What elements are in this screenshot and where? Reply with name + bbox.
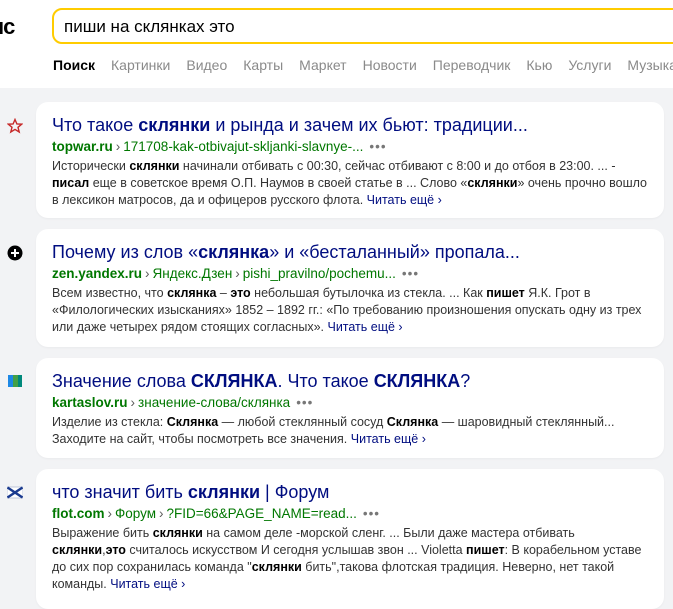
- text-segment: Почему из слов «: [52, 242, 199, 262]
- result-title[interactable]: Почему из слов «склянка» и «бесталанный»…: [52, 241, 648, 263]
- search-result: Что такое склянки и рында и зачем их бью…: [36, 102, 664, 218]
- text-segment: Изделие из стекла:: [52, 415, 167, 429]
- more-options-icon[interactable]: •••: [402, 266, 419, 281]
- result-path[interactable]: pishi_pravilno/pochemu...: [243, 266, 396, 281]
- text-segment: Что такое: [52, 115, 139, 135]
- tab-market[interactable]: Маркет: [299, 57, 346, 73]
- text-segment: небольшая бутылочка из стекла. ... Как: [250, 286, 487, 300]
- highlighted-term: склянка: [198, 242, 270, 262]
- read-more-link[interactable]: Читать ещё ›: [110, 577, 185, 591]
- highlighted-term: Склянка: [166, 415, 219, 429]
- highlighted-term: СКЛЯНКА: [190, 371, 278, 391]
- result-host[interactable]: topwar.ru: [52, 139, 113, 154]
- search-box[interactable]: [52, 8, 673, 44]
- result-path[interactable]: значение-слова/склянка: [138, 395, 290, 410]
- read-more-link[interactable]: Читать ещё ›: [327, 320, 402, 334]
- tab-services[interactable]: Услуги: [568, 57, 611, 73]
- highlighted-term: склянки: [467, 176, 518, 190]
- more-options-icon[interactable]: •••: [369, 139, 386, 154]
- tab-images[interactable]: Картинки: [111, 57, 170, 73]
- text-segment: считалось искусством И сегодня услышав з…: [125, 543, 467, 557]
- text-segment: . Что такое: [277, 371, 374, 391]
- more-options-icon[interactable]: •••: [363, 506, 380, 521]
- result-host[interactable]: kartaslov.ru: [52, 395, 128, 410]
- text-segment: что значит бить: [52, 482, 188, 502]
- highlighted-term: пишет: [466, 543, 505, 557]
- text-segment: Всем известно, что: [52, 286, 168, 300]
- header: ıс ПоискКартинкиВидеоКартыМаркетНовостиП…: [0, 0, 673, 88]
- more-options-icon[interactable]: •••: [296, 395, 313, 410]
- result-url: topwar.ru › 171708-kak-otbivajut-skljanki-…: [52, 139, 387, 154]
- result-host[interactable]: zen.yandex.ru: [52, 266, 142, 281]
- highlighted-term: склянки: [187, 482, 261, 502]
- result-url: zen.yandex.ru › Яндекс.Дзен › pishi_pravilno…: [52, 266, 420, 281]
- result-snippet: Всем известно, что склянка – это небольш…: [52, 285, 648, 336]
- text-segment: –: [216, 286, 231, 300]
- highlighted-term: склянки: [152, 526, 203, 540]
- book-icon: [7, 373, 23, 389]
- result-host[interactable]: flot.com: [52, 506, 105, 521]
- result-title[interactable]: Что такое склянки и рында и зачем их бью…: [52, 114, 648, 136]
- text-segment: ?: [460, 371, 471, 391]
- tab-search[interactable]: Поиск: [53, 57, 95, 73]
- tab-news[interactable]: Новости: [363, 57, 417, 73]
- search-result: Почему из слов «склянка» и «бесталанный»…: [36, 229, 664, 347]
- text-segment: и рында и зачем их бьют: традиции...: [210, 115, 528, 135]
- highlighted-term: склянки: [251, 560, 302, 574]
- result-path[interactable]: ?FID=66&PAGE_NAME=read...: [167, 506, 357, 521]
- yandex-logo[interactable]: ıс: [0, 14, 15, 40]
- highlighted-term: Склянка: [386, 415, 439, 429]
- highlighted-term: склянки: [129, 159, 180, 173]
- result-snippet: Изделие из стекла: Склянка — любой стекл…: [52, 414, 648, 448]
- highlighted-term: СКЛЯНКА: [373, 371, 461, 391]
- highlighted-term: склянки: [52, 543, 103, 557]
- search-result: что значит бить склянки | Форум flot.com…: [36, 469, 664, 609]
- tab-video[interactable]: Видео: [186, 57, 227, 73]
- text-segment: начинали отбивать с 00:30, сейчас отбива…: [179, 159, 616, 173]
- highlighted-term: это: [230, 286, 251, 300]
- tab-music[interactable]: Музыка: [627, 57, 673, 73]
- star-icon: [6, 117, 24, 134]
- result-snippet: Выражение бить склянки на самом деле -мо…: [52, 525, 648, 593]
- result-breadcrumb[interactable]: Форум: [115, 506, 156, 521]
- text-segment: Выражение бить: [52, 526, 153, 540]
- search-input[interactable]: [64, 17, 664, 37]
- result-path[interactable]: 171708-kak-otbivajut-skljanki-slavnye-..…: [123, 139, 363, 154]
- text-segment: еще в советское время О.П. Наумов в свое…: [89, 176, 468, 190]
- highlighted-term: склянки: [138, 115, 211, 135]
- highlighted-term: склянка: [167, 286, 217, 300]
- read-more-link[interactable]: Читать ещё ›: [367, 193, 442, 207]
- highlighted-term: это: [105, 543, 126, 557]
- result-snippet: Исторически склянки начинали отбивать с …: [52, 158, 648, 209]
- highlighted-term: писал: [52, 176, 90, 190]
- result-url: kartaslov.ru › значение-слова/склянка •••: [52, 395, 314, 410]
- tab-translator[interactable]: Переводчик: [433, 57, 511, 73]
- result-url: flot.com › Форум › ?FID=66&PAGE_NAME=read...…: [52, 506, 381, 521]
- plus-circle-icon: [7, 245, 23, 261]
- highlighted-term: пишет: [486, 286, 525, 300]
- read-more-link[interactable]: Читать ещё ›: [351, 432, 426, 446]
- result-breadcrumb[interactable]: Яндекс.Дзен: [153, 266, 233, 281]
- text-segment: Исторически: [52, 159, 130, 173]
- tab-q[interactable]: Кью: [526, 57, 552, 73]
- search-result: Значение слова СКЛЯНКА. Что такое СКЛЯНК…: [36, 358, 664, 458]
- tab-maps[interactable]: Карты: [243, 57, 283, 73]
- search-tabs: Поиск Картинки Видео Карты Маркет Новости Пере…: [53, 57, 673, 73]
- text-segment: на самом деле -морской сленг. ... Были д…: [202, 526, 575, 540]
- text-segment: » и «бесталанный» пропала...: [269, 242, 520, 262]
- result-title[interactable]: что значит бить склянки | Форум: [52, 481, 648, 503]
- flag-icon: [6, 485, 24, 501]
- text-segment: — любой стеклянный сосуд: [218, 415, 387, 429]
- text-segment: Значение слова: [52, 371, 191, 391]
- text-segment: | Форум: [260, 482, 330, 502]
- result-title[interactable]: Значение слова СКЛЯНКА. Что такое СКЛЯНК…: [52, 370, 648, 392]
